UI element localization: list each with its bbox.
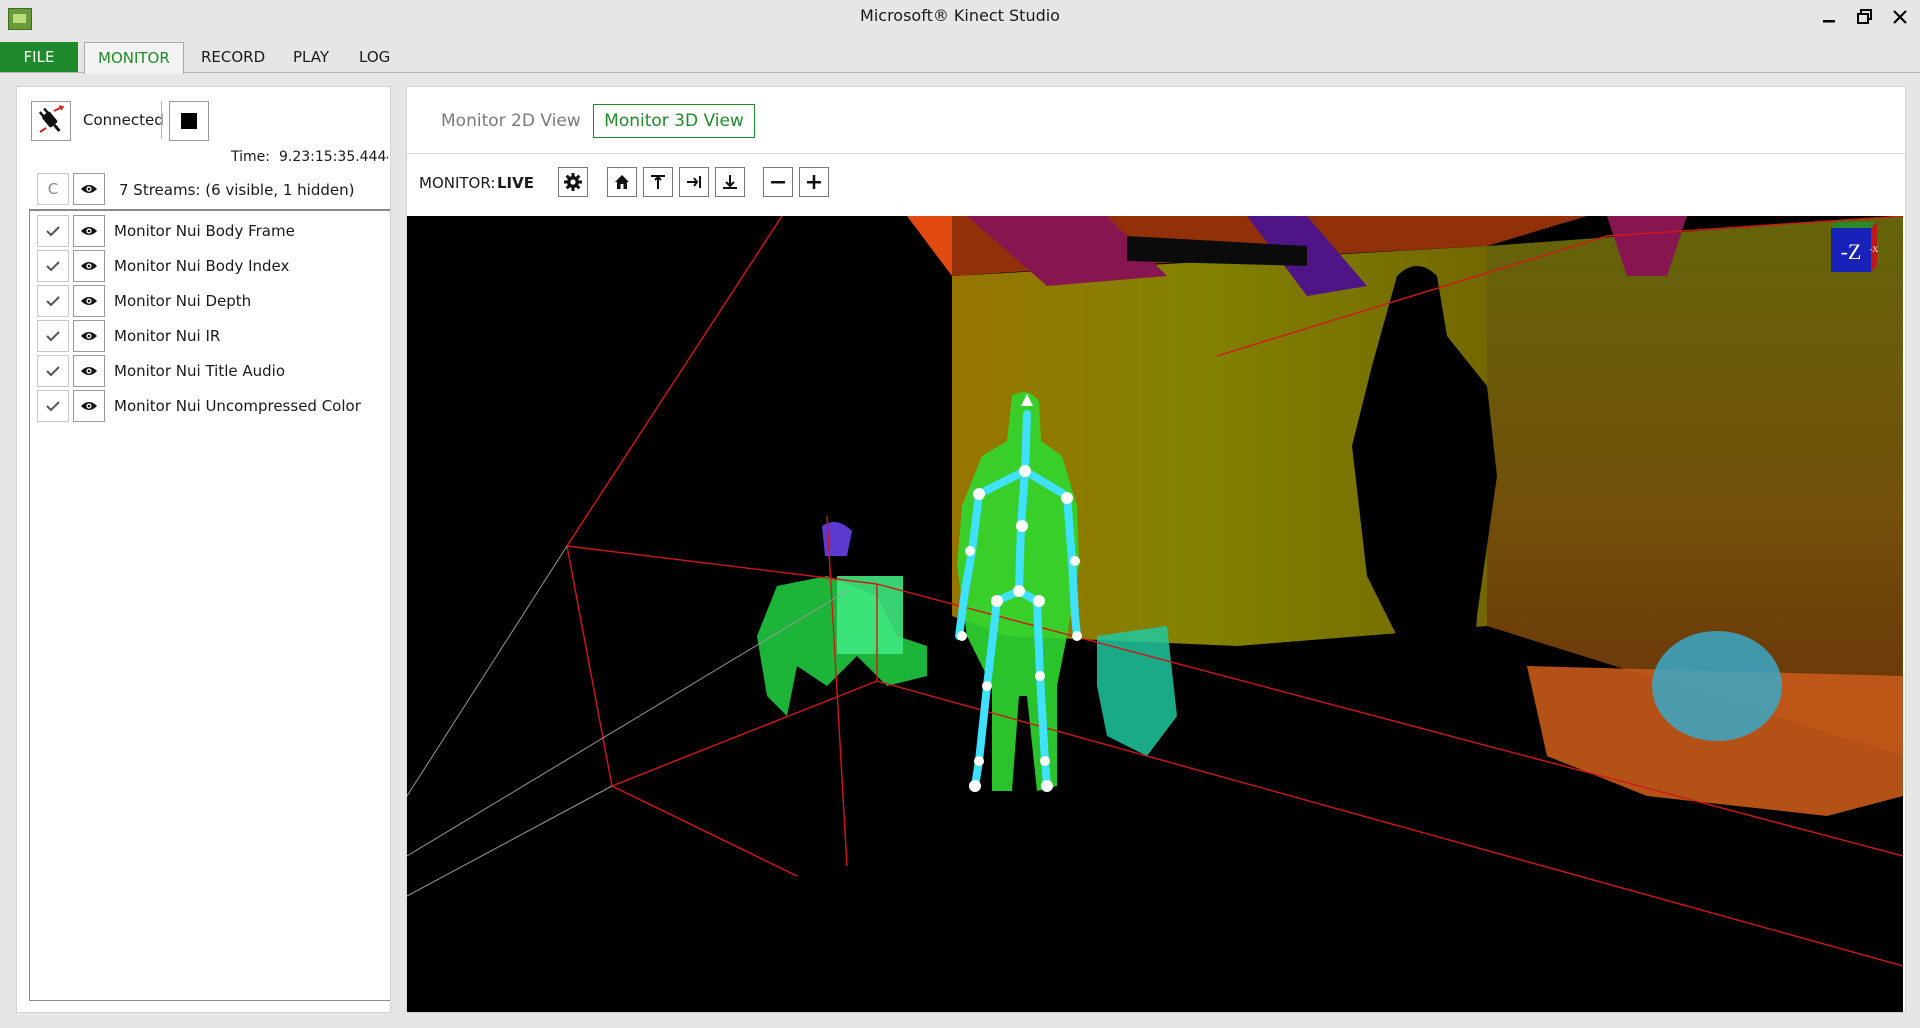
- list-item[interactable]: Monitor Nui IR: [30, 318, 390, 352]
- stream-label: Monitor Nui Uncompressed Color: [114, 397, 361, 415]
- eye-icon: [81, 297, 97, 305]
- orientation-cube[interactable]: -Z -X: [1831, 222, 1878, 272]
- eye-icon: [81, 402, 97, 410]
- divider: [407, 153, 1905, 154]
- stream-visibility-button[interactable]: [73, 250, 105, 282]
- checkmark-icon: [46, 261, 60, 272]
- pin-top-icon: [651, 175, 665, 189]
- stream-checkbox[interactable]: [37, 215, 69, 247]
- eye-icon: [81, 227, 97, 235]
- time-label: Time:: [231, 149, 270, 165]
- stream-label: Monitor Nui Title Audio: [114, 362, 285, 380]
- list-item[interactable]: Monitor Nui Body Index: [30, 248, 390, 282]
- title-bar: Microsoft® Kinect Studio: [0, 0, 1920, 36]
- connect-button[interactable]: [31, 101, 71, 141]
- restore-icon: [1857, 9, 1872, 24]
- monitor-panel: Monitor 2D View Monitor 3D View MONITOR:…: [406, 86, 1906, 1013]
- stream-checkbox[interactable]: [37, 355, 69, 387]
- tab-record[interactable]: RECORD: [188, 42, 278, 72]
- pin-right-button[interactable]: [679, 167, 709, 197]
- zoom-in-icon: [807, 175, 821, 189]
- toggle-all-visibility-button[interactable]: [73, 173, 105, 205]
- stream-checkbox[interactable]: [37, 320, 69, 352]
- checkmark-icon: [46, 401, 60, 412]
- settings-button[interactable]: [558, 167, 588, 197]
- list-item[interactable]: Monitor Nui Depth: [30, 283, 390, 317]
- stream-label: Monitor Nui IR: [114, 327, 221, 345]
- stream-label: Monitor Nui Body Index: [114, 257, 290, 275]
- stream-label: Monitor Nui Body Frame: [114, 222, 295, 240]
- home-icon: [615, 175, 629, 189]
- stream-checkbox[interactable]: [37, 285, 69, 317]
- streams-list: Monitor Nui Body Frame Monitor Nui Body …: [29, 209, 390, 1001]
- tab-log[interactable]: LOG: [346, 42, 403, 72]
- minimize-icon: [1823, 20, 1835, 23]
- eye-icon: [81, 262, 97, 270]
- pin-right-icon: [687, 176, 701, 188]
- tab-monitor-2d-view[interactable]: Monitor 2D View: [441, 111, 581, 131]
- streams-summary: 7 Streams: (6 visible, 1 hidden): [119, 181, 355, 199]
- stop-button[interactable]: [169, 101, 209, 141]
- list-item[interactable]: Monitor Nui Body Frame: [30, 213, 390, 247]
- close-button[interactable]: [1887, 5, 1913, 29]
- download-icon: [723, 175, 737, 189]
- checkmark-icon: [46, 296, 60, 307]
- tab-monitor-3d-view[interactable]: Monitor 3D View: [593, 104, 755, 138]
- gear-icon: [564, 173, 582, 191]
- monitor-mode: LIVE: [497, 174, 534, 192]
- zoom-out-button[interactable]: [763, 167, 793, 197]
- restore-button[interactable]: [1852, 5, 1878, 29]
- eye-icon: [81, 332, 97, 340]
- stream-label: Monitor Nui Depth: [114, 292, 252, 310]
- checkmark-icon: [46, 366, 60, 377]
- stream-checkbox[interactable]: [37, 250, 69, 282]
- stream-visibility-button[interactable]: [73, 320, 105, 352]
- monitor-label: MONITOR:: [419, 174, 496, 192]
- connection-status: Connected: [83, 111, 164, 129]
- stream-visibility-button[interactable]: [73, 390, 105, 422]
- download-button[interactable]: [715, 167, 745, 197]
- stream-visibility-button[interactable]: [73, 215, 105, 247]
- tab-play[interactable]: PLAY: [280, 42, 342, 72]
- streams-panel: Connected Time: 9.23:15:35.4444 C 7 Stre…: [16, 86, 391, 1013]
- window-title: Microsoft® Kinect Studio: [860, 6, 1060, 25]
- 3d-point-cloud-viewport[interactable]: -Z -X: [407, 216, 1903, 1012]
- main-tab-bar: FILE MONITOR RECORD PLAY LOG: [0, 42, 1920, 74]
- eye-icon: [81, 185, 97, 193]
- checkmark-icon: [46, 331, 60, 342]
- zoom-out-icon: [771, 181, 785, 184]
- stream-checkbox[interactable]: [37, 390, 69, 422]
- point-cloud-canvas: -Z -X: [407, 216, 1903, 1012]
- list-item[interactable]: Monitor Nui Title Audio: [30, 353, 390, 387]
- time-value: 9.23:15:35.4444: [279, 149, 388, 165]
- zoom-in-button[interactable]: [799, 167, 829, 197]
- checkmark-icon: [46, 226, 60, 237]
- tab-monitor[interactable]: MONITOR: [84, 42, 184, 74]
- select-all-checkbox[interactable]: C: [37, 173, 69, 205]
- list-item[interactable]: Monitor Nui Uncompressed Color: [30, 388, 390, 422]
- tab-file[interactable]: FILE: [0, 42, 78, 72]
- eye-icon: [81, 367, 97, 375]
- stream-visibility-button[interactable]: [73, 285, 105, 317]
- pin-top-button[interactable]: [643, 167, 673, 197]
- plug-icon: [38, 105, 65, 133]
- stream-visibility-button[interactable]: [73, 355, 105, 387]
- home-view-button[interactable]: [607, 167, 637, 197]
- cube-side-label: -X: [1870, 245, 1879, 254]
- close-icon: [1893, 10, 1907, 24]
- minimize-button[interactable]: [1816, 5, 1842, 29]
- cube-front-label: -Z: [1841, 239, 1862, 264]
- divider: [161, 101, 162, 139]
